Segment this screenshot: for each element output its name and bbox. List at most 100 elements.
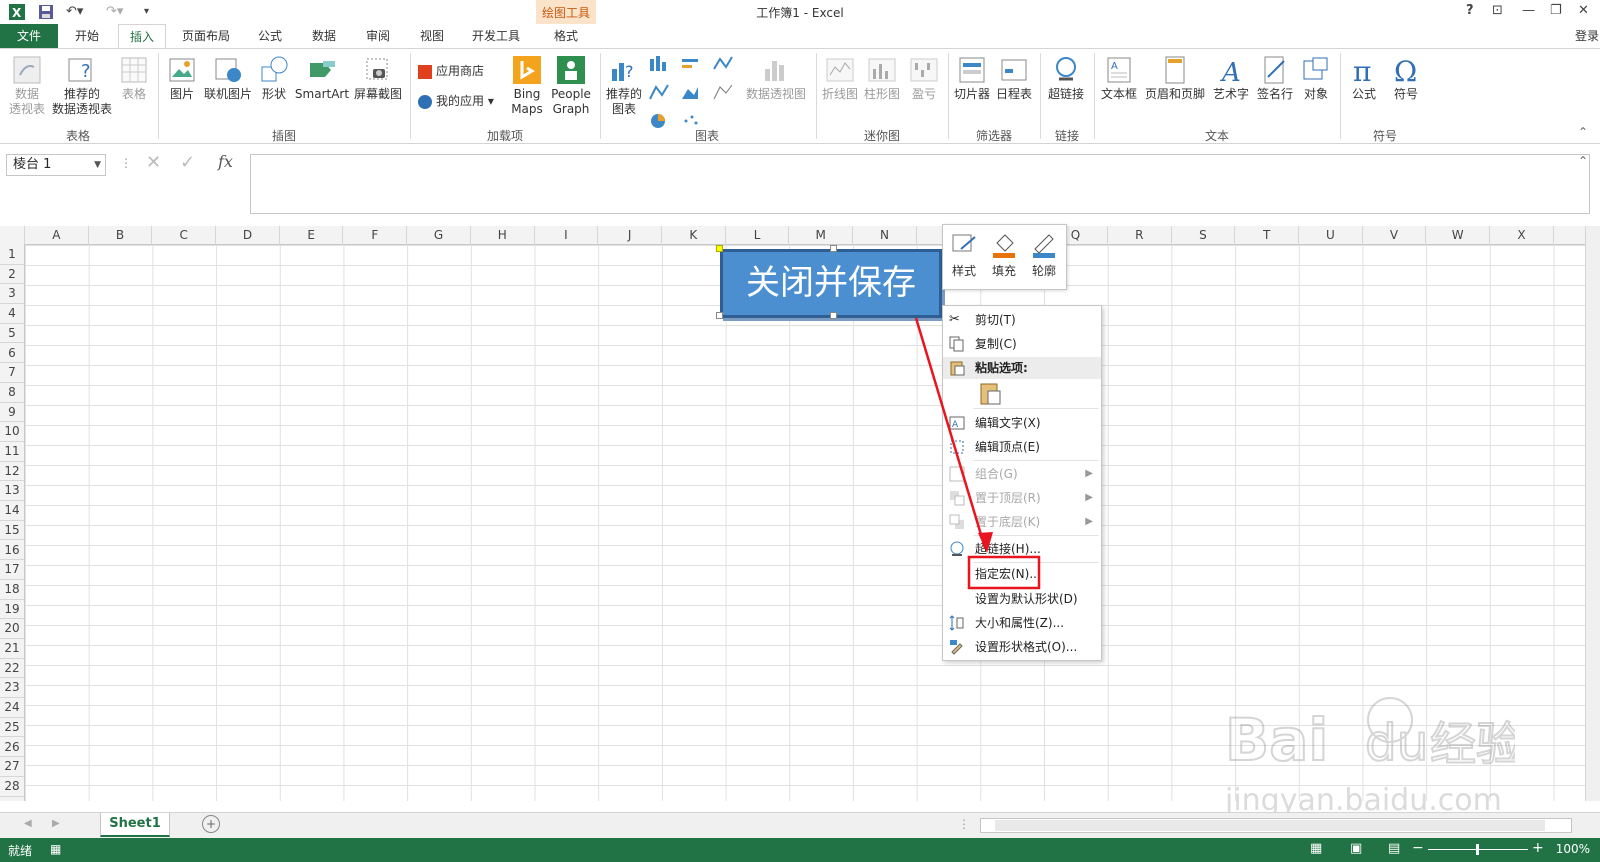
name-box[interactable]: 棱台 1 ▼ [6, 154, 106, 176]
column-header-G[interactable]: G [407, 226, 471, 245]
recommended-pivot-button[interactable]: ? 推荐的 数据透视表 [50, 55, 114, 117]
column-header-H[interactable]: H [471, 226, 535, 245]
symbol-button[interactable]: Ω 符号 [1386, 55, 1426, 102]
column-header-J[interactable]: J [598, 226, 662, 245]
chart-types-gallery[interactable] [648, 55, 748, 131]
tab-formulas[interactable]: 公式 [246, 24, 294, 48]
sparkline-line-button[interactable]: 折线图 [820, 55, 860, 102]
row-header-25[interactable]: 25 [0, 718, 24, 738]
hyperlink-button[interactable]: 超链接 [1044, 55, 1088, 102]
table-button[interactable]: 表格 [116, 55, 152, 102]
new-sheet-icon[interactable]: + [202, 815, 220, 833]
tab-insert[interactable]: 插入 [118, 24, 166, 49]
column-header-D[interactable]: D [216, 226, 280, 245]
row-header-5[interactable]: 5 [0, 324, 24, 344]
column-header-U[interactable]: U [1299, 226, 1363, 245]
row-header-14[interactable]: 14 [0, 501, 24, 521]
name-box-dropdown-icon[interactable]: ▼ [94, 155, 101, 175]
row-header-16[interactable]: 16 [0, 541, 24, 561]
menu-hyperlink[interactable]: 超链接(H)... [943, 538, 1101, 560]
tab-view[interactable]: 视图 [408, 24, 456, 48]
row-header-18[interactable]: 18 [0, 580, 24, 600]
zoom-out-icon[interactable]: − [1412, 840, 1424, 856]
bing-maps-button[interactable]: Bing Maps [508, 55, 546, 117]
horizontal-scroll-thumb[interactable] [995, 820, 1545, 831]
column-header-V[interactable]: V [1363, 226, 1427, 245]
menu-set-default-shape[interactable]: 设置为默认形状(D) [943, 588, 1101, 610]
tab-review[interactable]: 审阅 [354, 24, 402, 48]
row-header-17[interactable]: 17 [0, 560, 24, 580]
fill-button[interactable]: 填充 [985, 229, 1023, 279]
column-header-T[interactable]: T [1235, 226, 1299, 245]
tab-splitter-grip[interactable]: ⋮ [958, 817, 970, 831]
signature-line-button[interactable]: 签名行 [1254, 55, 1296, 102]
my-apps-button[interactable]: 我的应用 ▾ [418, 91, 494, 111]
slicer-button[interactable]: 切片器 [952, 55, 992, 102]
menu-size-properties[interactable]: 大小和属性(Z)... [943, 612, 1101, 634]
tab-file[interactable]: 文件 [0, 24, 58, 48]
row-header-4[interactable]: 4 [0, 304, 24, 324]
formula-input[interactable] [250, 154, 1590, 214]
expand-formula-icon[interactable]: ⌃ [1578, 154, 1588, 168]
sheet-tab-sheet1[interactable]: Sheet1 [100, 813, 170, 837]
row-header-11[interactable]: 11 [0, 442, 24, 462]
menu-format-shape[interactable]: 设置形状格式(O)... [943, 636, 1101, 658]
tab-page-layout[interactable]: 页面布局 [172, 24, 240, 48]
row-header-3[interactable]: 3 [0, 284, 24, 305]
cancel-icon[interactable]: ✕ [146, 152, 161, 173]
row-header-10[interactable]: 10 [0, 422, 24, 442]
vertical-scrollbar[interactable] [1585, 226, 1600, 801]
column-header-I[interactable]: I [535, 226, 599, 245]
textbox-button[interactable]: A 文本框 [1098, 55, 1140, 102]
timeline-button[interactable]: 日程表 [994, 55, 1034, 102]
sparkline-winloss-button[interactable]: 盈亏 [904, 55, 944, 102]
row-header-26[interactable]: 26 [0, 738, 24, 758]
sparkline-column-button[interactable]: 柱形图 [862, 55, 902, 102]
column-header-L[interactable]: L [726, 226, 790, 245]
row-header-20[interactable]: 20 [0, 619, 24, 639]
row-header-7[interactable]: 7 [0, 363, 24, 383]
resize-handle-top[interactable] [830, 245, 837, 252]
menu-bring-to-front[interactable]: 置于顶层(R) ▶ [943, 487, 1101, 509]
column-header-B[interactable]: B [89, 226, 153, 245]
recommended-charts-button[interactable]: ? 推荐的 图表 [604, 55, 644, 117]
header-footer-button[interactable]: 页眉和页脚 [1142, 55, 1208, 102]
menu-edit-points[interactable]: 编辑顶点(E) [943, 436, 1101, 458]
smartart-button[interactable]: SmartArt [294, 55, 350, 102]
tab-developer[interactable]: 开发工具 [462, 24, 530, 48]
row-header-21[interactable]: 21 [0, 639, 24, 659]
tab-data[interactable]: 数据 [300, 24, 348, 48]
screenshot-button[interactable]: 屏幕截图 [352, 55, 404, 102]
menu-send-to-back[interactable]: 置于底层(K) ▶ [943, 511, 1101, 533]
menu-copy[interactable]: 复制(C) [943, 333, 1101, 355]
row-header-22[interactable]: 22 [0, 659, 24, 679]
picture-button[interactable]: 图片 [164, 55, 200, 102]
column-header-A[interactable]: A [25, 226, 89, 245]
zoom-in-icon[interactable]: + [1532, 840, 1544, 856]
column-header-M[interactable]: M [789, 226, 854, 245]
tab-format[interactable]: 格式 [540, 24, 592, 48]
row-header-19[interactable]: 19 [0, 600, 24, 620]
pivot-table-button[interactable]: 数据 透视表 [6, 55, 48, 117]
pivot-chart-button[interactable]: 数据透视图 [744, 55, 808, 102]
store-button[interactable]: 应用商店 [418, 61, 484, 81]
row-header-6[interactable]: 6 [0, 344, 24, 364]
select-all-corner[interactable] [0, 226, 25, 245]
page-layout-view-icon[interactable]: ▣ [1350, 841, 1362, 856]
normal-view-icon[interactable]: ▦ [1310, 841, 1322, 856]
wordart-button[interactable]: A 艺术字 [1210, 55, 1252, 102]
ribbon-display-options-icon[interactable]: ⊡ [1492, 3, 1503, 18]
row-header-27[interactable]: 27 [0, 757, 24, 777]
resize-handle-bottom[interactable] [830, 312, 837, 319]
row-header-28[interactable]: 28 [0, 777, 24, 797]
column-header-R[interactable]: R [1108, 226, 1172, 245]
online-picture-button[interactable]: 联机图片 [202, 55, 254, 102]
people-graph-button[interactable]: People Graph [548, 55, 594, 117]
row-header-24[interactable]: 24 [0, 698, 24, 718]
column-header-E[interactable]: E [280, 226, 344, 245]
column-header-W[interactable]: W [1426, 226, 1491, 245]
column-header-K[interactable]: K [662, 226, 726, 245]
page-break-view-icon[interactable]: ▤ [1388, 841, 1400, 856]
scroll-tabs-left-icon[interactable]: ◀ [24, 818, 32, 829]
row-header-8[interactable]: 8 [0, 383, 24, 403]
